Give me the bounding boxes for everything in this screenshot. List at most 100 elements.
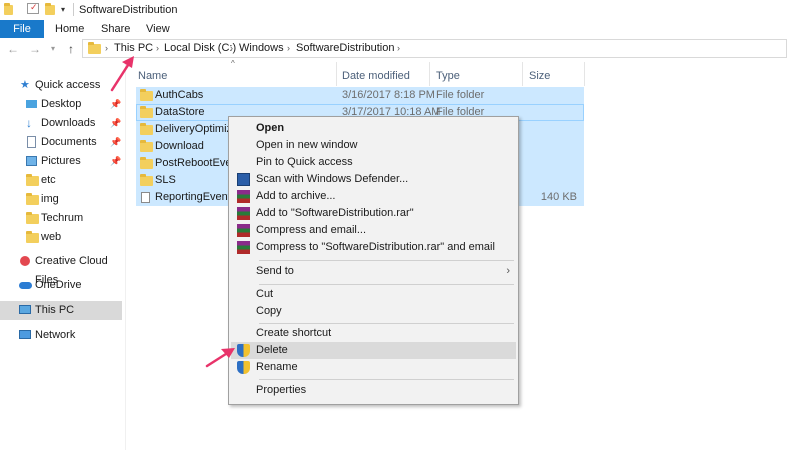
folder-icon	[88, 42, 101, 54]
download-icon: ↓	[26, 116, 32, 130]
folder-icon	[140, 89, 153, 101]
breadcrumb-local-disk[interactable]: Local Disk (C:)	[164, 40, 236, 57]
file-row-authcabs[interactable]: AuthCabs 3/16/2017 8:18 PM File folder	[136, 87, 584, 104]
menu-item-scan-defender[interactable]: Scan with Windows Defender...	[231, 171, 516, 188]
window-title: SoftwareDistribution	[79, 4, 178, 16]
sidebar-item-network[interactable]: Network	[0, 326, 122, 345]
tab-file[interactable]: File	[0, 20, 44, 38]
forward-arrow-icon[interactable]: →	[28, 41, 42, 57]
menu-item-delete[interactable]: Delete	[231, 342, 516, 359]
documents-icon	[27, 136, 36, 148]
menu-separator	[259, 260, 514, 261]
breadcrumb-separator[interactable]: ›	[230, 40, 233, 57]
menu-item-compress-email[interactable]: Compress and email...	[231, 222, 516, 239]
breadcrumb-windows[interactable]: Windows	[239, 40, 284, 57]
properties-icon[interactable]: ✓	[27, 2, 39, 14]
folder-icon	[26, 174, 39, 186]
folder-icon	[4, 3, 13, 16]
tab-view[interactable]: View	[146, 20, 170, 38]
network-icon	[19, 330, 31, 339]
sidebar-item-img[interactable]: img	[0, 190, 122, 209]
new-folder-icon[interactable]	[45, 3, 57, 16]
folder-icon	[140, 123, 153, 135]
star-icon: ★	[20, 79, 30, 91]
folder-icon	[140, 157, 153, 169]
computer-icon	[19, 305, 31, 314]
menu-item-copy[interactable]: Copy	[231, 303, 516, 320]
breadcrumb-separator[interactable]: ›	[397, 40, 400, 57]
column-header-size[interactable]: Size	[529, 67, 550, 85]
folder-icon	[140, 106, 153, 118]
desktop-icon	[26, 100, 37, 108]
menu-item-add-rar[interactable]: Add to "SoftwareDistribution.rar"	[231, 205, 516, 222]
sidebar-item-downloads[interactable]: ↓ Downloads 📌	[0, 114, 122, 133]
address-bar[interactable]: › This PC › Local Disk (C:) › Windows › …	[82, 39, 787, 58]
text-file-icon	[141, 192, 150, 203]
tab-home[interactable]: Home	[55, 20, 84, 38]
sidebar-item-etc[interactable]: etc	[0, 171, 122, 190]
column-header-type[interactable]: Type	[436, 67, 460, 85]
menu-item-pin-quick-access[interactable]: Pin to Quick access	[231, 154, 516, 171]
folder-icon	[26, 193, 39, 205]
menu-separator	[259, 323, 514, 324]
menu-separator	[259, 284, 514, 285]
menu-item-open-new-window[interactable]: Open in new window	[231, 137, 516, 154]
sidebar-item-creative-cloud-files[interactable]: Creative Cloud Files	[0, 252, 122, 286]
recent-locations-icon[interactable]: ▾	[46, 41, 60, 57]
sidebar-item-quick-access[interactable]: ★ Quick access	[0, 76, 122, 95]
folder-icon	[26, 212, 39, 224]
uac-shield-icon	[237, 344, 250, 357]
tab-share[interactable]: Share	[101, 20, 130, 38]
breadcrumb-separator[interactable]: ›	[156, 40, 159, 57]
menu-item-rename[interactable]: Rename	[231, 359, 516, 376]
pin-icon[interactable]: 📌	[110, 95, 121, 114]
windows-defender-icon	[237, 173, 250, 186]
breadcrumb-softwaredistribution[interactable]: SoftwareDistribution	[296, 40, 394, 57]
menu-item-cut[interactable]: Cut	[231, 286, 516, 303]
ribbon: File Home Share View	[0, 20, 800, 39]
pin-icon[interactable]: 📌	[110, 114, 121, 133]
sidebar-item-this-pc[interactable]: This PC	[0, 301, 122, 320]
customize-toolbar-icon[interactable]: ▾	[61, 3, 69, 16]
folder-icon	[26, 231, 39, 243]
sort-chevron-icon[interactable]: ^	[231, 59, 235, 68]
annotation-arrow-delete	[205, 348, 235, 368]
folder-icon	[140, 174, 153, 186]
sidebar-item-documents[interactable]: Documents 📌	[0, 133, 122, 152]
menu-item-send-to[interactable]: Send to ›	[231, 263, 516, 280]
pictures-icon	[26, 156, 37, 166]
menu-item-compress-rar-email[interactable]: Compress to "SoftwareDistribution.rar" a…	[231, 239, 516, 256]
menu-separator	[259, 379, 514, 380]
column-divider[interactable]	[429, 62, 430, 86]
winrar-icon	[237, 207, 250, 220]
column-header-date-modified[interactable]: Date modified	[342, 67, 410, 85]
breadcrumb-separator[interactable]: ›	[287, 40, 290, 57]
column-header-name[interactable]: Name	[138, 67, 167, 85]
sidebar-item-techrum[interactable]: Techrum	[0, 209, 122, 228]
menu-item-create-shortcut[interactable]: Create shortcut	[231, 325, 516, 342]
menu-item-add-archive[interactable]: Add to archive...	[231, 188, 516, 205]
sidebar-item-desktop[interactable]: Desktop 📌	[0, 95, 122, 114]
menu-item-open[interactable]: Open	[231, 120, 516, 137]
sidebar-item-web[interactable]: web	[0, 228, 122, 247]
column-divider[interactable]	[522, 62, 523, 86]
sidebar-item-pictures[interactable]: Pictures 📌	[0, 152, 122, 171]
up-arrow-icon[interactable]: ↑	[64, 41, 78, 57]
sidebar-item-onedrive[interactable]: OneDrive	[0, 276, 122, 295]
column-divider[interactable]	[584, 62, 585, 86]
winrar-icon	[237, 190, 250, 203]
context-menu: Open Open in new window Pin to Quick acc…	[228, 116, 519, 405]
creative-cloud-icon	[20, 256, 30, 266]
menu-item-properties[interactable]: Properties	[231, 382, 516, 399]
chevron-right-icon: ›	[506, 265, 510, 277]
annotation-arrow-address	[110, 56, 134, 92]
pin-icon[interactable]: 📌	[110, 133, 121, 152]
folder-icon	[140, 140, 153, 152]
pin-icon[interactable]: 📌	[110, 152, 121, 171]
winrar-icon	[237, 224, 250, 237]
title-bar: ✓ ▾ SoftwareDistribution	[0, 0, 800, 20]
back-arrow-icon[interactable]: ←	[6, 41, 20, 57]
onedrive-icon	[19, 282, 32, 289]
winrar-icon	[237, 241, 250, 254]
column-divider[interactable]	[336, 62, 337, 86]
